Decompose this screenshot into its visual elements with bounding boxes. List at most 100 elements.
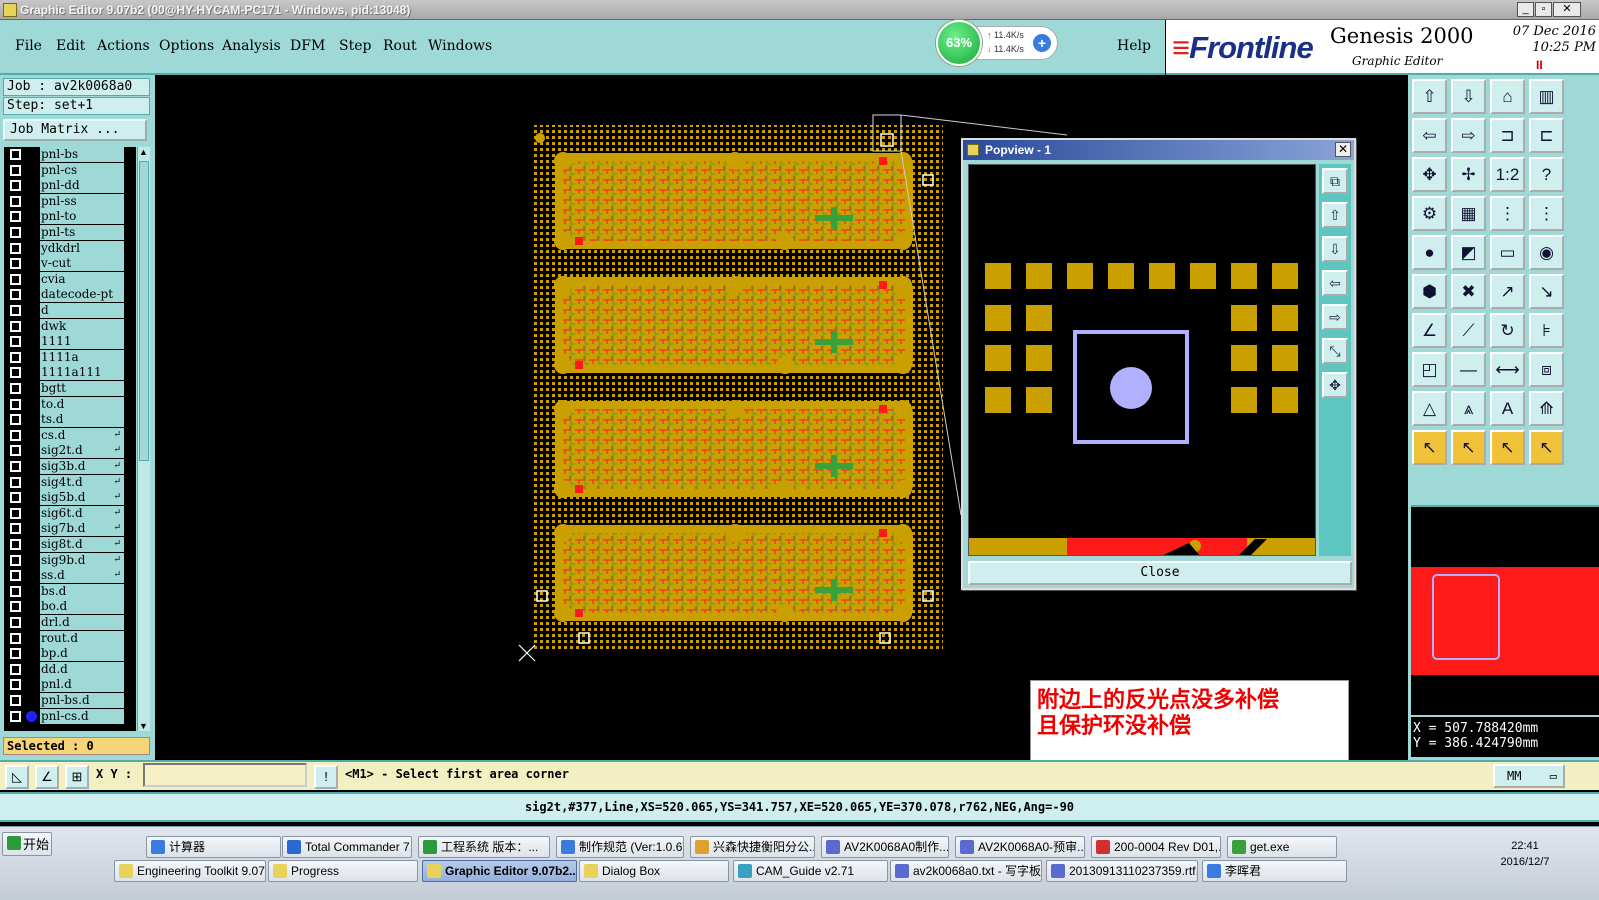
popview-zoom-drawing[interactable] (969, 165, 1316, 556)
layer-checkbox[interactable] (10, 211, 21, 223)
layer-row[interactable]: 1111a (4, 349, 136, 365)
layer-row[interactable]: sig3b.d ↵ (4, 459, 136, 474)
taskbar-item[interactable]: Dialog Box (579, 860, 729, 882)
layer-row[interactable]: bo.d (4, 599, 136, 615)
copy-icon[interactable]: ↘ (1529, 274, 1564, 309)
menu-analysis[interactable]: Analysis (222, 38, 281, 54)
layer-checkbox[interactable] (10, 164, 21, 176)
system-clock[interactable]: 22:41 2016/12/7 (1495, 838, 1555, 870)
layer-name[interactable]: pnl.d (40, 677, 124, 693)
taskbar-item[interactable]: 计算器 (146, 836, 281, 858)
layer-checkbox[interactable] (10, 289, 21, 301)
layer-row[interactable]: pnl-bs (4, 147, 136, 162)
layer-name[interactable]: cs.d ↵ (40, 427, 124, 443)
layer-checkbox[interactable] (10, 617, 21, 628)
units-select[interactable]: MM ▭ (1493, 764, 1565, 788)
rotate-icon[interactable]: ↻ (1490, 313, 1525, 348)
taskbar-item[interactable]: get.exe (1227, 836, 1337, 858)
layer-checkbox[interactable] (10, 336, 21, 348)
layer-checkbox[interactable] (10, 149, 21, 160)
layer-checkbox[interactable] (10, 383, 21, 394)
layer-row[interactable]: bs.d (4, 583, 136, 599)
layer-checkbox[interactable] (10, 461, 21, 472)
pan-up-icon[interactable]: ⇧ (1322, 202, 1348, 228)
zoom-extents-icon[interactable]: ✥ (1412, 157, 1447, 192)
layout-icon[interactable]: ▥ (1529, 79, 1564, 114)
layer-row[interactable]: pnl-cs (4, 162, 136, 178)
layer-checkbox[interactable] (10, 398, 21, 410)
fit-out-icon[interactable]: ⊏ (1529, 118, 1564, 153)
layer-row[interactable]: sig2t.d ↵ (4, 443, 136, 459)
network-monitor[interactable]: ↑ 11.4K/s ↓ 11.4K/s + (976, 26, 1058, 60)
angle-icon[interactable]: ∠ (1412, 313, 1447, 348)
layer-checkbox[interactable] (10, 523, 21, 535)
layer-name[interactable]: v-cut (40, 256, 124, 272)
layer-row[interactable]: rout.d (4, 630, 136, 646)
pan-left-icon[interactable]: ⇦ (1322, 270, 1348, 296)
layer-row[interactable]: ydkdrl (4, 240, 136, 256)
layer-scrollbar[interactable]: ▲ ▼ (137, 147, 150, 731)
snap-mode-icon[interactable]: ◺ (5, 765, 29, 789)
select-net-icon[interactable]: ↖ (1490, 430, 1525, 465)
layer-name[interactable]: pnl-dd (40, 178, 124, 194)
menu-windows[interactable]: Windows (428, 38, 492, 54)
move-icon[interactable]: ↗ (1490, 274, 1525, 309)
triangle-icon[interactable]: △ (1412, 391, 1447, 426)
layer-checkbox[interactable] (10, 367, 21, 379)
memory-gauge[interactable]: 63% (936, 20, 982, 66)
layer-name[interactable]: bs.d (40, 583, 124, 599)
layer-row[interactable]: sig4t.d ↵ (4, 474, 136, 490)
zoom-center-icon[interactable]: ✢ (1451, 157, 1486, 192)
layer-checkbox[interactable] (10, 507, 21, 519)
resize-icon[interactable]: ◰ (1412, 352, 1447, 387)
taskbar-item[interactable]: 20130913110237359.rtf... (1046, 860, 1198, 882)
home-icon[interactable]: ⌂ (1490, 79, 1525, 114)
layer-row[interactable]: drl.d (4, 615, 136, 630)
layer-row[interactable]: pnl-to (4, 209, 136, 225)
scroll-up-icon[interactable]: ▲ (139, 147, 148, 157)
layer-checkbox[interactable] (10, 195, 21, 207)
pad-icon[interactable]: ● (1412, 235, 1447, 270)
overview-drawing[interactable] (1411, 507, 1599, 717)
layer-name[interactable]: pnl-cs.d (40, 708, 124, 724)
menu-actions[interactable]: Actions (97, 38, 150, 54)
snap2-icon[interactable]: ⋮ (1529, 196, 1564, 231)
fit-in-icon[interactable]: ⊐ (1490, 118, 1525, 153)
layer-name[interactable]: 1111a111 (40, 365, 124, 381)
accelerate-icon[interactable]: + (1033, 34, 1051, 52)
start-button[interactable]: 开始 (2, 832, 52, 856)
popview-title[interactable]: Popview - 1 (963, 140, 1354, 160)
minimize-button[interactable]: _ (1517, 2, 1534, 17)
help-icon[interactable]: ? (1529, 157, 1564, 192)
layer-row[interactable]: pnl-dd (4, 178, 136, 194)
xy-input[interactable] (143, 763, 307, 787)
layer-checkbox[interactable] (10, 445, 21, 457)
taskbar-item[interactable]: AV2K0068A0-预审... (955, 836, 1085, 858)
menu-file[interactable]: File (15, 38, 42, 54)
taskbar-item[interactable]: 兴森快捷衡阳分公... (690, 836, 815, 858)
layer-checkbox[interactable] (10, 585, 21, 597)
select-route-icon[interactable]: ↖ (1529, 430, 1564, 465)
layer-row[interactable]: v-cut (4, 256, 136, 272)
menu-step[interactable]: Step (339, 38, 371, 54)
layer-row[interactable]: pnl-bs.d (4, 693, 136, 708)
layer-row[interactable]: bgtt (4, 381, 136, 396)
taskbar-item[interactable]: 制作规范 (Ver:1.0.6) (556, 836, 684, 858)
zoom-out-icon[interactable]: ⤡ (1322, 338, 1348, 364)
layer-name[interactable]: pnl-bs.d (40, 693, 124, 708)
layer-row[interactable]: datecode-pt (4, 287, 136, 303)
layer-row[interactable]: ts.d (4, 412, 136, 428)
layer-row[interactable]: sig7b.d ↵ (4, 521, 136, 537)
measure-icon[interactable]: ⟷ (1490, 352, 1525, 387)
taskbar-item[interactable]: Engineering Toolkit 9.07... (114, 860, 266, 882)
layer-row[interactable]: sig6t.d ↵ (4, 505, 136, 521)
layer-name[interactable]: ts.d (40, 412, 124, 428)
layer-checkbox[interactable] (10, 242, 21, 254)
pause-icon[interactable]: II (1536, 58, 1543, 72)
layer-name[interactable]: to.d (40, 396, 124, 412)
taskbar-item[interactable]: 200-0004 Rev D01,... (1091, 836, 1221, 858)
layer-name[interactable]: 1111 (40, 334, 124, 350)
zoom-fit-icon[interactable]: ⧉ (1322, 168, 1348, 194)
layer-row[interactable]: sig5b.d ↵ (4, 490, 136, 506)
ruler-icon[interactable]: ▭ (1490, 235, 1525, 270)
